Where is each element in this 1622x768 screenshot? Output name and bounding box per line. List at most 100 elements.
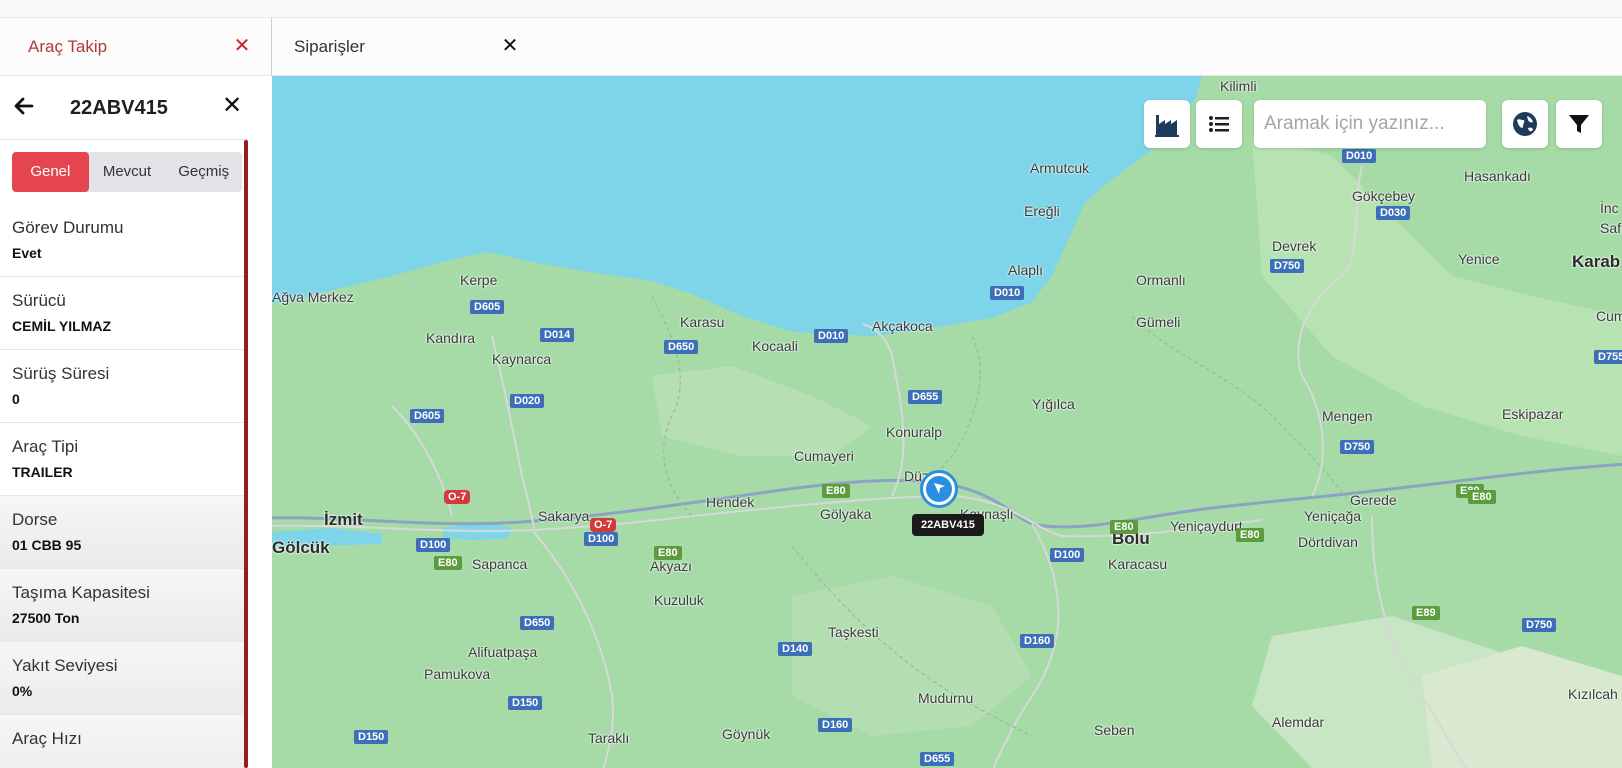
road-shield: E80: [1110, 520, 1138, 534]
road-shield: D655: [920, 752, 955, 766]
map-label: Gerede: [1350, 492, 1397, 508]
list-icon: [1209, 116, 1229, 132]
field-value: 27500 Ton: [12, 610, 80, 626]
field-label: Dorse: [12, 510, 58, 529]
map-label: Karab: [1572, 252, 1621, 271]
road-shield: O-7: [444, 490, 471, 504]
road-shield: E80: [1468, 490, 1496, 504]
field-value: Evet: [12, 245, 42, 261]
tab-close-icon[interactable]: ✕: [230, 34, 254, 58]
panel-header: 22ABV415 ✕: [0, 76, 248, 140]
map-label: Devrek: [1272, 238, 1317, 254]
road-shield: D750: [1522, 618, 1557, 632]
filter-icon: [1569, 115, 1589, 133]
vehicle-marker-label: 22ABV415: [912, 514, 984, 536]
map-label: Ağva Merkez: [272, 289, 354, 305]
road-shield: D655: [908, 390, 943, 404]
map-label: Ereğli: [1024, 203, 1060, 219]
map-label: Hendek: [706, 494, 755, 510]
map-label: Kuzuluk: [654, 592, 704, 608]
map-label: Taşkesti: [828, 624, 879, 640]
road-shield: D010: [990, 286, 1025, 300]
road-shield: D010: [1342, 149, 1377, 163]
field-label: Sürücü: [12, 291, 66, 310]
road-shield: D605: [470, 300, 505, 314]
field-gorev-durumu: Görev Durumu Evet: [0, 204, 244, 277]
road-shield: E80: [654, 546, 682, 560]
road-shield: D150: [508, 696, 543, 710]
map-search-box[interactable]: [1254, 100, 1486, 148]
map-label: Sakarya: [538, 508, 590, 524]
road-shield: D750: [1270, 259, 1305, 273]
map-label: Dörtdivan: [1298, 534, 1358, 550]
map-label: Kilimli: [1220, 78, 1257, 94]
segment-mevcut[interactable]: Mevcut: [89, 152, 166, 192]
tab-label[interactable]: Siparişler: [294, 18, 365, 76]
tab-arac-takip[interactable]: Araç Takip ✕: [0, 18, 272, 76]
field-value: 0%: [12, 683, 33, 699]
globe-button[interactable]: [1502, 100, 1548, 148]
field-arac-hizi: Araç Hızı: [0, 715, 244, 768]
map-label: Alemdar: [1272, 714, 1325, 730]
vehicle-fields-list: Görev Durumu Evet Sürücü CEMİL YILMAZ Sü…: [0, 204, 244, 768]
road-shield: D100: [584, 532, 619, 546]
tab-label[interactable]: Araç Takip: [28, 18, 107, 76]
road-shield: D140: [778, 642, 813, 656]
tab-close-icon[interactable]: ✕: [498, 34, 522, 58]
map-label: Cumayeri: [794, 448, 854, 464]
map-label: Akyazı: [650, 558, 693, 574]
field-tasima-kapasitesi: Taşıma Kapasitesi 27500 Ton: [0, 569, 244, 642]
factory-button[interactable]: [1144, 100, 1190, 148]
road-shield: D100: [416, 538, 451, 552]
map-label: İzmit: [324, 510, 363, 529]
map-label: Yenice: [1458, 251, 1500, 267]
map-label: Mengen: [1322, 408, 1373, 424]
close-icon[interactable]: ✕: [220, 94, 244, 118]
field-value: TRAILER: [12, 464, 73, 480]
tab-siparisler[interactable]: Siparişler ✕: [272, 18, 540, 76]
map-view[interactable]: Kilimli Armutcuk Gökçebey Hasankadı Ereğ…: [272, 76, 1622, 768]
vehicle-marker[interactable]: [920, 470, 958, 508]
map-label: Mudurnu: [918, 690, 974, 706]
segment-genel[interactable]: Genel: [12, 152, 89, 192]
vehicle-detail-panel: 22ABV415 ✕ Genel Mevcut Geçmiş Görev Dur…: [0, 76, 272, 768]
field-arac-tipi: Araç Tipi TRAILER: [0, 423, 244, 496]
map-label: Göynük: [722, 726, 771, 742]
search-input[interactable]: [1254, 100, 1474, 148]
map-label: Gölyaka: [820, 506, 872, 522]
map-label: Akçakoca: [872, 318, 933, 334]
back-arrow-icon[interactable]: [10, 92, 38, 120]
map-label: Armutcuk: [1030, 160, 1090, 176]
field-surus-suresi: Sürüş Süresi 0: [0, 350, 244, 423]
browser-top-strip: [0, 0, 1622, 18]
road-shield: E80: [1236, 528, 1264, 542]
map-label: Alaplı: [1008, 262, 1044, 278]
list-button[interactable]: [1196, 100, 1242, 148]
map-label: Taraklı: [588, 730, 630, 746]
map-label: Karacasu: [1108, 556, 1168, 572]
field-label: Yakıt Seviyesi: [12, 656, 118, 675]
map-label: Kızılcah: [1568, 686, 1618, 702]
map-label: Konuralp: [886, 424, 943, 440]
road-shield: D650: [520, 616, 555, 630]
map-label: Ormanlı: [1136, 272, 1186, 288]
map-label: Seben: [1094, 722, 1135, 738]
map-label: Kerpe: [460, 272, 498, 288]
map-label: Sapanca: [472, 556, 528, 572]
globe-icon: [1513, 112, 1537, 136]
segment-gecmis[interactable]: Geçmiş: [165, 152, 242, 192]
field-dorse: Dorse 01 CBB 95: [0, 496, 244, 569]
panel-scrollbar[interactable]: [244, 140, 248, 768]
filter-button[interactable]: [1556, 100, 1602, 148]
field-label: Araç Hızı: [12, 729, 82, 748]
vehicle-marker-fill: [926, 476, 952, 502]
road-shield: D605: [410, 409, 445, 423]
map-label: Cum: [1596, 308, 1622, 324]
map-label: Yeniçaydurt: [1170, 518, 1243, 534]
tab-bar: Araç Takip ✕ Siparişler ✕: [0, 18, 1622, 76]
map-label: Saf: [1600, 220, 1622, 236]
road-shield: D755: [1594, 350, 1622, 364]
road-shield: O-7: [590, 518, 617, 532]
map-label: Yeniçağa: [1304, 508, 1362, 524]
map-label: Kaynarca: [492, 351, 552, 367]
